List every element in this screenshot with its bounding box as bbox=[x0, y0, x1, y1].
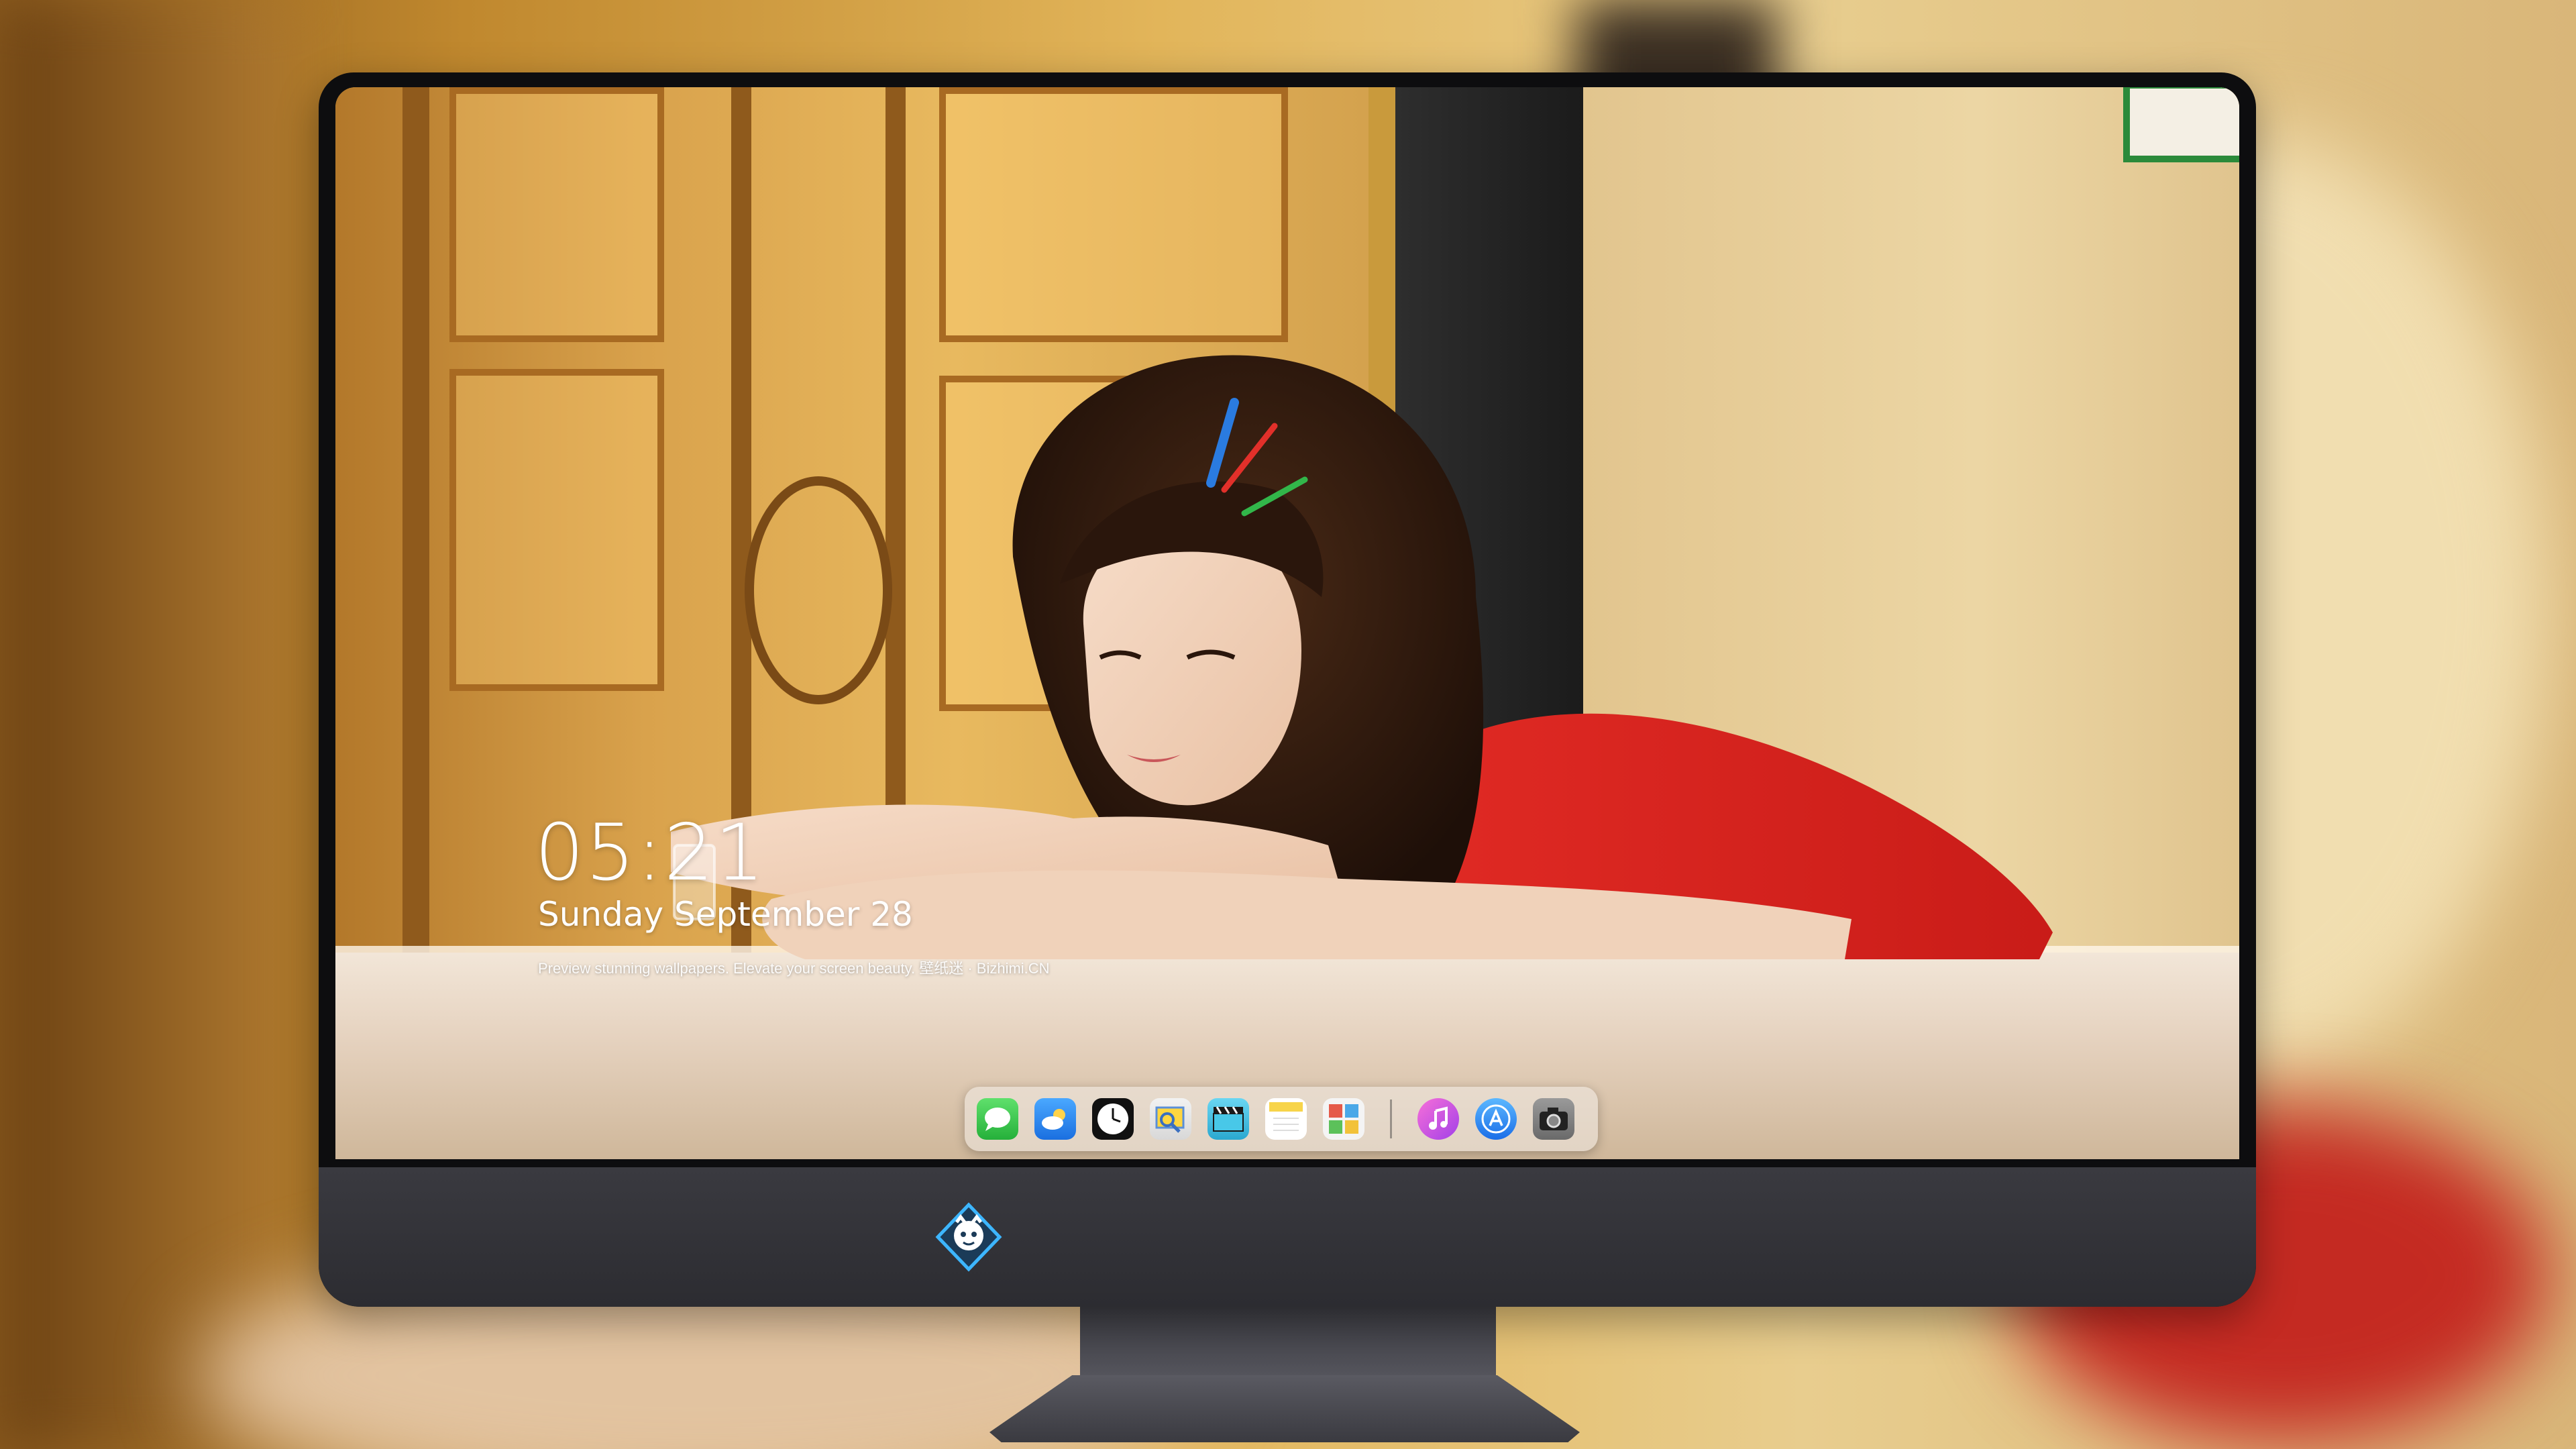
lock-time: 05:21 bbox=[535, 808, 766, 898]
monitor: 05:21 Sunday September 28 Preview stunni… bbox=[319, 72, 2256, 1307]
clips-icon[interactable] bbox=[1208, 1098, 1249, 1140]
preview-icon[interactable] bbox=[1150, 1098, 1191, 1140]
dock bbox=[965, 1087, 1598, 1151]
photo-booth-icon[interactable] bbox=[1323, 1098, 1364, 1140]
wallpaper-woman bbox=[671, 355, 2053, 959]
wallpaper-tagline: Preview stunning wallpapers. Elevate you… bbox=[538, 960, 1050, 977]
itunes-icon[interactable] bbox=[1417, 1098, 1459, 1140]
clock-icon[interactable] bbox=[1092, 1098, 1134, 1140]
camera-icon[interactable] bbox=[1533, 1098, 1574, 1140]
messages-icon[interactable] bbox=[977, 1098, 1018, 1140]
lock-date: Sunday September 28 bbox=[538, 895, 913, 934]
monitor-chin bbox=[319, 1167, 2256, 1307]
weather-icon[interactable] bbox=[1034, 1098, 1076, 1140]
monitor-stand-base bbox=[989, 1375, 1580, 1442]
blurred-door-left bbox=[0, 0, 288, 1449]
notes-icon[interactable] bbox=[1265, 1098, 1307, 1140]
dock-separator bbox=[1390, 1099, 1392, 1138]
screen: 05:21 Sunday September 28 Preview stunni… bbox=[335, 87, 2239, 1159]
app-store-icon[interactable] bbox=[1475, 1098, 1517, 1140]
monitor-stand-neck bbox=[1080, 1305, 1496, 1379]
mascot-logo-icon bbox=[935, 1202, 1002, 1272]
